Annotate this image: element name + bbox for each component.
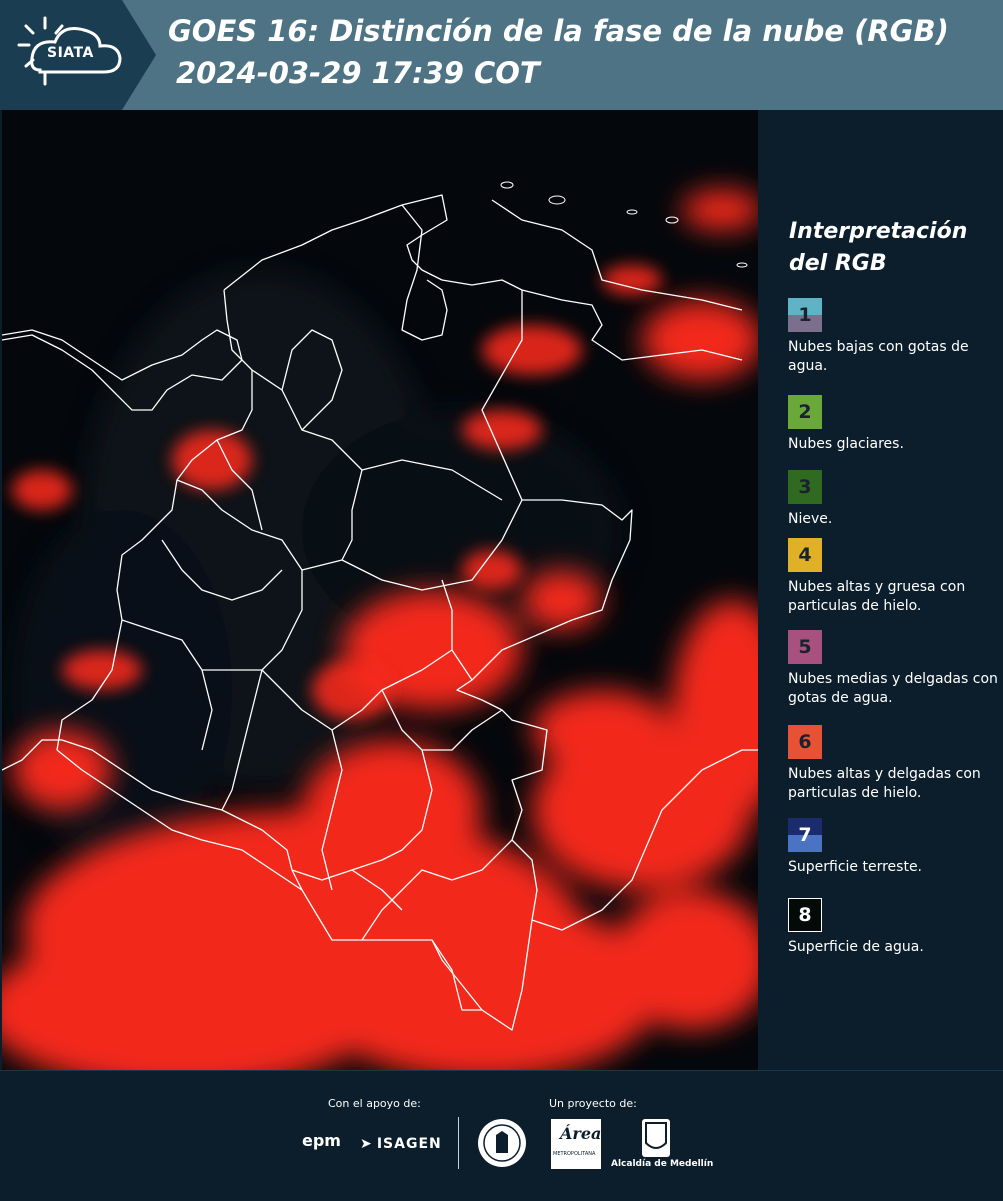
project-caption: Un proyecto de: bbox=[549, 1097, 637, 1110]
legend-item-6: 6 Nubes altas y delgadas con particulas d… bbox=[788, 725, 998, 803]
legend-label: Superficie terreste. bbox=[788, 859, 923, 875]
alcaldia-logo-text: Alcaldía de Medellín bbox=[611, 1159, 714, 1169]
legend-swatch-4: 4 bbox=[788, 538, 822, 572]
logo-text: SIATA bbox=[47, 45, 94, 61]
legend-number: 4 bbox=[798, 544, 812, 566]
epm-logo: epm bbox=[302, 1131, 341, 1150]
legend-swatch-7: 7 bbox=[788, 818, 822, 852]
page-title: GOES 16: Distinción de la fase de la nub… bbox=[168, 14, 949, 48]
legend-label: Nubes bajas con gotas de agua. bbox=[788, 339, 969, 374]
area-metropolitana-text: METROPOLITANA bbox=[553, 1151, 596, 1157]
seal-icon bbox=[476, 1117, 528, 1169]
legend-item-4: 4 Nubes altas y gruesa con particulas de … bbox=[788, 538, 998, 616]
legend-swatch-5: 5 bbox=[788, 630, 822, 664]
legend-item-2: 2 Nubes glaciares. bbox=[788, 395, 998, 454]
area-metropolitana-logo: Área METROPOLITANA bbox=[551, 1119, 601, 1169]
footer: Con el apoyo de: Un proyecto de: epm ➤ I… bbox=[0, 1070, 1003, 1201]
legend-swatch-6: 6 bbox=[788, 725, 822, 759]
legend-label: Nieve. bbox=[788, 511, 833, 527]
legend-label: Superficie de agua. bbox=[788, 939, 924, 955]
timestamp: 2024-03-29 17:39 COT bbox=[176, 56, 540, 90]
legend-number: 1 bbox=[798, 304, 812, 326]
legend-number: 3 bbox=[798, 476, 812, 498]
isagen-logo: ➤ ISAGEN bbox=[360, 1133, 442, 1152]
siata-logo: SIATA bbox=[0, 0, 160, 110]
alcaldia-shield-icon bbox=[642, 1119, 670, 1157]
legend-label: Nubes medias y delgadas con gotas de agu… bbox=[788, 671, 998, 706]
legend-number: 8 bbox=[798, 904, 812, 926]
legend-swatch-3: 3 bbox=[788, 470, 822, 504]
support-caption: Con el apoyo de: bbox=[328, 1097, 421, 1110]
legend-title: Interpretación del RGB bbox=[789, 219, 968, 276]
legend-item-8: 8 Superficie de agua. bbox=[788, 898, 998, 957]
legend-number: 5 bbox=[798, 636, 812, 658]
header-bar: SIATA GOES 16: Distinción de la fase de … bbox=[0, 0, 1003, 110]
rgb-legend: Interpretación del RGB 1 Nubes bajas con … bbox=[760, 110, 1003, 1070]
legend-label: Nubes altas y delgadas con particulas de… bbox=[788, 766, 981, 801]
legend-swatch-8: 8 bbox=[788, 898, 822, 932]
legend-swatch-2: 2 bbox=[788, 395, 822, 429]
legend-item-7: 7 Superficie terreste. bbox=[788, 818, 998, 877]
legend-number: 6 bbox=[798, 731, 812, 753]
legend-swatch-1: 1 bbox=[788, 298, 822, 332]
footer-divider bbox=[458, 1117, 459, 1169]
legend-item-1: 1 Nubes bajas con gotas de agua. bbox=[788, 298, 998, 376]
legend-item-3: 3 Nieve. bbox=[788, 470, 998, 529]
legend-label: Nubes glaciares. bbox=[788, 436, 904, 452]
isagen-arrow-icon: ➤ bbox=[360, 1136, 372, 1152]
legend-number: 2 bbox=[798, 401, 812, 423]
isagen-logo-text: ISAGEN bbox=[376, 1136, 442, 1152]
legend-number: 7 bbox=[798, 824, 812, 846]
legend-label: Nubes altas y gruesa con particulas de h… bbox=[788, 579, 966, 614]
legend-item-5: 5 Nubes medias y delgadas con gotas de ag… bbox=[788, 630, 998, 708]
epm-logo-text: epm bbox=[302, 1131, 341, 1150]
satellite-map bbox=[2, 110, 758, 1070]
